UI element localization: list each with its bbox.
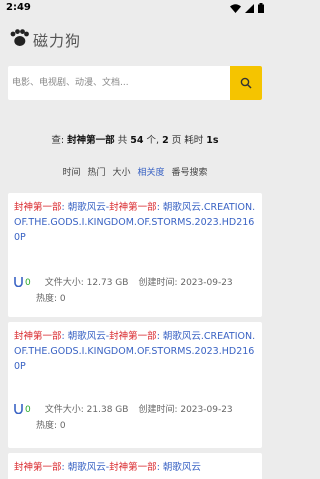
summary-pages: 2: [162, 135, 169, 146]
magnet-icon[interactable]: [14, 404, 23, 414]
summary-mid2: 个,: [146, 135, 160, 146]
title-highlight: 封神第一部: [14, 331, 62, 342]
heat-label: 热度:: [36, 421, 58, 431]
summary-time: 1s: [206, 135, 219, 146]
summary-mid1: 共: [117, 135, 128, 146]
result-card[interactable]: 封神第一部: 朝歌风云-封神第一部: 朝歌风云.CREATION.OF.THE.…: [8, 322, 262, 448]
sort-tabs: 时间 热门 大小 相关度 番号搜索: [0, 165, 270, 178]
file-size: 12.73 GB: [86, 278, 129, 288]
summary-query: 封神第一部: [67, 135, 115, 146]
summary-count: 54: [130, 135, 144, 146]
app-header: 磁力狗: [0, 22, 270, 58]
search-icon: [240, 77, 252, 89]
tab-relevance[interactable]: 相关度: [138, 165, 165, 178]
result-title[interactable]: 封神第一部: 朝歌风云-封神第一部: 朝歌风云.CREATION.OF.THE.…: [14, 329, 258, 374]
summary-mid3: 页 耗时: [171, 135, 204, 146]
app-title: 磁力狗: [33, 32, 82, 50]
search-input[interactable]: [8, 66, 230, 100]
result-card[interactable]: 封神第一部: 朝歌风云-封神第一部: 朝歌风云: [8, 453, 262, 479]
result-meta: 0 文件大小: 21.38 GB 创建时间: 2023-09-23 热度: 0: [14, 402, 258, 434]
result-title[interactable]: 封神第一部: 朝歌风云-封神第一部: 朝歌风云: [14, 460, 258, 475]
title-text: : 朝歌风云-: [61, 202, 110, 213]
file-size: 21.38 GB: [86, 405, 129, 415]
created-label: 创建时间:: [138, 405, 178, 415]
size-label: 文件大小:: [44, 405, 84, 415]
size-label: 文件大小:: [44, 278, 84, 288]
title-highlight: 封神第一部: [109, 202, 157, 213]
summary-prefix: 查:: [51, 135, 65, 146]
magnet-count: 0: [25, 405, 31, 415]
created-date: 2023-09-23: [180, 405, 233, 415]
status-bar: 2:49: [0, 0, 270, 16]
signal-icon: [245, 3, 254, 13]
created-label: 创建时间:: [138, 278, 178, 288]
title-text: : 朝歌风云-: [61, 462, 110, 473]
status-time: 2:49: [6, 2, 31, 13]
title-text: : 朝歌风云-: [61, 331, 110, 342]
heat-value: 0: [59, 421, 66, 431]
magnet-icon[interactable]: [14, 277, 23, 287]
title-highlight: 封神第一部: [109, 462, 157, 473]
heat-value: 0: [59, 294, 66, 304]
title-highlight: 封神第一部: [14, 202, 62, 213]
title-highlight: 封神第一部: [14, 462, 62, 473]
battery-icon: [258, 3, 264, 13]
tab-hot[interactable]: 热门: [87, 165, 105, 178]
status-icons: [230, 3, 264, 13]
title-highlight: 封神第一部: [109, 331, 157, 342]
search-button[interactable]: [230, 66, 262, 100]
created-date: 2023-09-23: [180, 278, 233, 288]
tab-size[interactable]: 大小: [112, 165, 130, 178]
paw-logo-icon: [10, 29, 29, 46]
search-bar: [8, 66, 262, 100]
result-title[interactable]: 封神第一部: 朝歌风云-封神第一部: 朝歌风云.CREATION.OF.THE.…: [14, 200, 258, 245]
tab-code-search[interactable]: 番号搜索: [172, 165, 208, 178]
result-meta: 0 文件大小: 12.73 GB 创建时间: 2023-09-23 热度: 0: [14, 275, 258, 307]
wifi-icon: [230, 3, 241, 13]
title-text: : 朝歌风云: [156, 462, 201, 473]
tab-time[interactable]: 时间: [62, 165, 80, 178]
result-card[interactable]: 封神第一部: 朝歌风云-封神第一部: 朝歌风云.CREATION.OF.THE.…: [8, 193, 262, 317]
magnet-count: 0: [25, 278, 31, 288]
heat-label: 热度:: [36, 294, 58, 304]
result-summary: 查: 封神第一部 共 54 个, 2 页 耗时 1s: [0, 132, 270, 146]
